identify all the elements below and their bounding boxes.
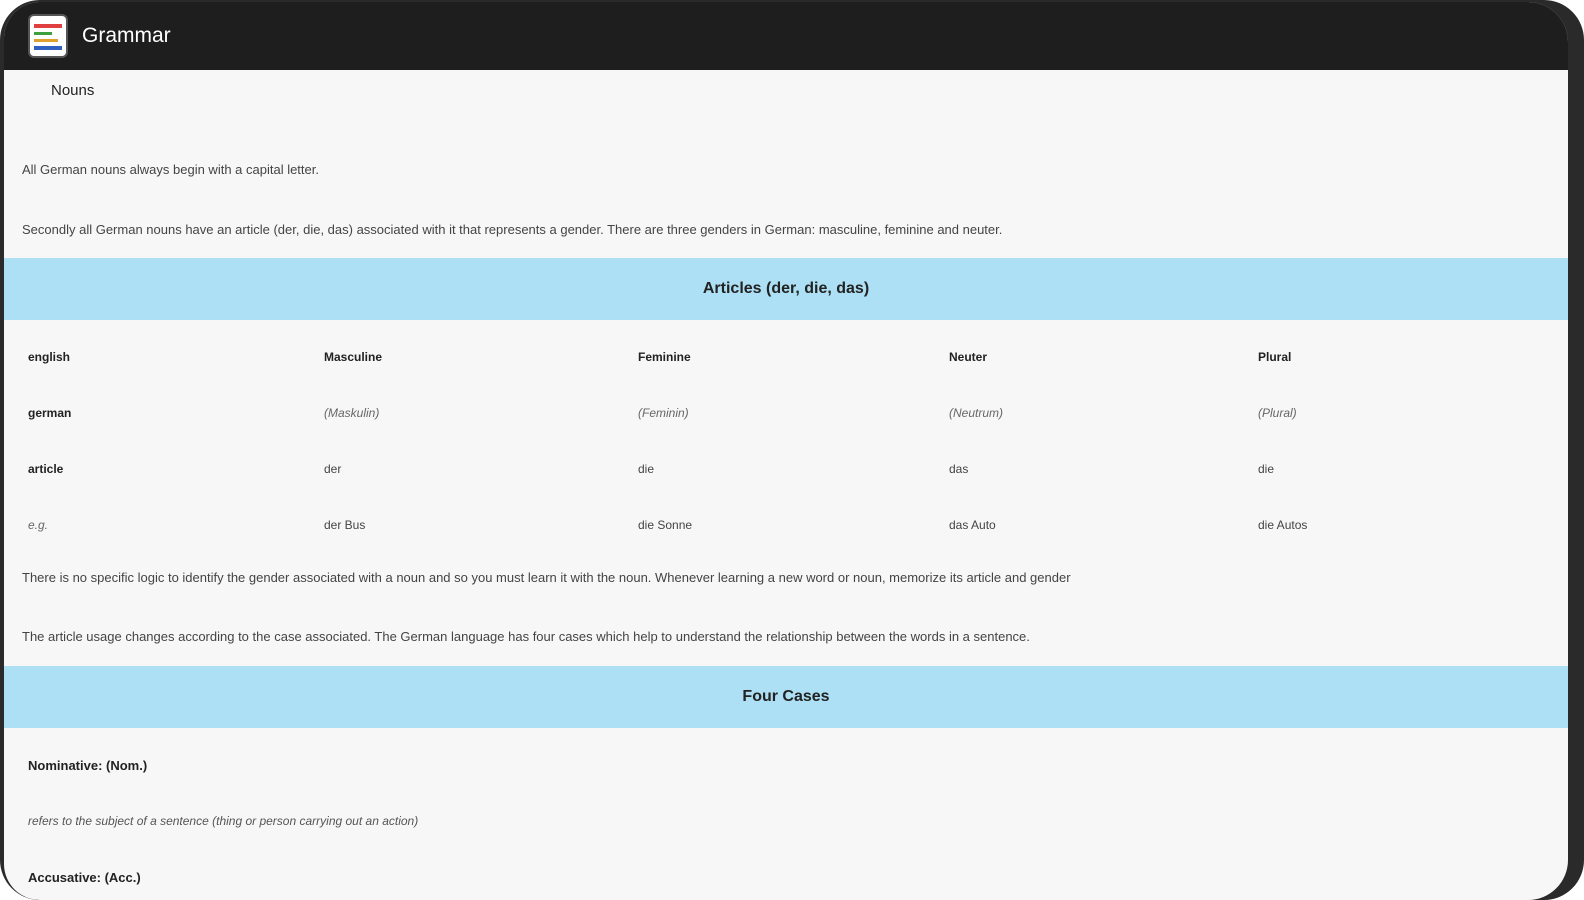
table-cell: (Feminin)	[638, 406, 689, 420]
table-cell: das	[949, 462, 969, 476]
table-row: article der die das die	[4, 462, 1568, 482]
table-cell: die	[1258, 462, 1275, 476]
table-cell: (Neutrum)	[949, 406, 1004, 420]
table-cell: die Autos	[1258, 518, 1308, 532]
app-title: Grammar	[82, 24, 171, 47]
table-cell: Neuter	[949, 350, 988, 364]
table-row-label: english	[28, 350, 71, 364]
intro-paragraph-2: Secondly all German nouns have an articl…	[22, 222, 1003, 237]
device-frame: Grammar Nouns All German nouns always be…	[0, 0, 1584, 900]
table-cell: Feminine	[638, 350, 691, 364]
table-cell: Plural	[1258, 350, 1292, 364]
table-row-label: article	[28, 462, 64, 476]
case-desc-nominative: refers to the subject of a sentence (thi…	[28, 814, 419, 828]
screen: Grammar Nouns All German nouns always be…	[4, 2, 1568, 900]
intro-paragraph-1: All German nouns always begin with a cap…	[22, 162, 319, 177]
table-row: german (Maskulin) (Feminin) (Neutrum) (P…	[4, 406, 1568, 426]
table-row: e.g. der Bus die Sonne das Auto die Auto…	[4, 518, 1568, 538]
table-cell: die Sonne	[638, 518, 693, 532]
case-name-nominative: Nominative: (Nom.)	[28, 758, 148, 773]
articles-heading-band: Articles (der, die, das)	[4, 258, 1568, 320]
app-bar: Grammar	[4, 2, 1568, 70]
table-cell: Masculine	[324, 350, 383, 364]
articles-heading: Articles (der, die, das)	[702, 280, 870, 297]
cases-heading-band: Four Cases	[4, 666, 1568, 728]
case-note-paragraph: The article usage changes according to t…	[22, 629, 1030, 644]
section-label-nouns: Nouns	[51, 82, 95, 99]
table-row: english Masculine Feminine Neuter Plural	[4, 350, 1568, 370]
table-cell: (Plural)	[1258, 406, 1297, 420]
content-scroll-area[interactable]: Nouns All German nouns always begin with…	[4, 70, 1568, 900]
gender-note-paragraph: There is no specific logic to identify t…	[22, 570, 1071, 585]
grammar-app-icon[interactable]	[30, 16, 66, 56]
table-cell: der Bus	[324, 518, 366, 532]
case-name-accusative: Accusative: (Acc.)	[28, 870, 141, 885]
table-cell: die	[638, 462, 655, 476]
table-row-label: german	[28, 406, 72, 420]
table-cell: das Auto	[949, 518, 996, 532]
table-row-label: e.g.	[28, 518, 49, 532]
table-cell: der	[324, 462, 342, 476]
cases-heading: Four Cases	[742, 688, 830, 705]
table-cell: (Maskulin)	[324, 406, 380, 420]
